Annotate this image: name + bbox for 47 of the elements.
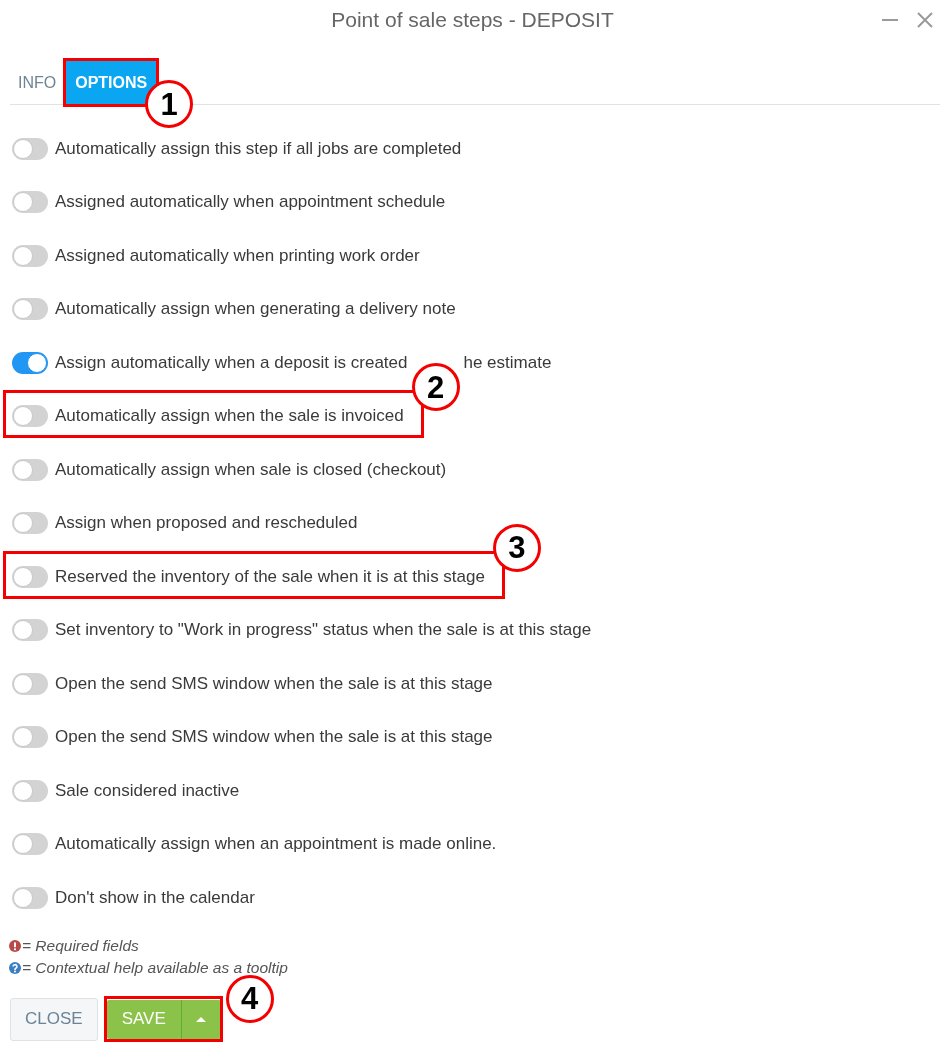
toggle-switch[interactable] bbox=[12, 833, 48, 856]
toggle-switch[interactable] bbox=[12, 726, 48, 749]
toggle-switch[interactable] bbox=[12, 565, 48, 588]
toggle-switch[interactable] bbox=[12, 672, 48, 695]
toggle-switch[interactable] bbox=[12, 619, 48, 642]
option-label: Open the send SMS window when the sale is at this stage bbox=[55, 673, 493, 694]
toggle-switch[interactable] bbox=[12, 244, 48, 267]
option-label: Assigned automatically when appointment schedule bbox=[55, 192, 446, 213]
close-icon[interactable] bbox=[917, 12, 933, 28]
toggle-switch[interactable] bbox=[12, 298, 48, 321]
callout-marker: 3 bbox=[492, 523, 541, 572]
option-label: Open the send SMS window when the sale is at this stage bbox=[55, 727, 493, 748]
tab[interactable]: OPTIONS bbox=[66, 61, 157, 104]
toggle-switch[interactable] bbox=[12, 512, 48, 535]
option-label: Automatically assign when the sale is invoiced bbox=[55, 406, 404, 427]
toggle-switch[interactable] bbox=[12, 191, 48, 214]
option-label: Assign automatically when a deposit is created bbox=[55, 352, 408, 373]
callout-marker: 2 bbox=[411, 363, 460, 412]
toggle-switch[interactable] bbox=[12, 779, 48, 802]
option-label: he estimate bbox=[463, 352, 552, 373]
save-button[interactable]: SAVE bbox=[106, 999, 181, 1039]
toggle-switch[interactable] bbox=[12, 137, 48, 160]
legend-text: = Required fields bbox=[22, 936, 139, 955]
toggle-switch[interactable] bbox=[12, 351, 48, 374]
help-icon bbox=[9, 961, 21, 974]
option-label: Don't show in the calendar bbox=[55, 887, 255, 908]
option-label: Automatically assign this step if all jobs are completed bbox=[55, 138, 462, 159]
option-label: Set inventory to "Work in progress" status when the sale is at this stage bbox=[55, 620, 592, 641]
tab[interactable]: INFO bbox=[10, 61, 65, 104]
minimize-icon[interactable] bbox=[882, 19, 898, 21]
exclamation-icon bbox=[9, 939, 21, 952]
option-label: Automatically assign when an appointment is made online. bbox=[55, 834, 497, 855]
option-label: Automatically assign when generating a delivery note bbox=[55, 299, 456, 320]
callout-marker: 4 bbox=[225, 974, 274, 1023]
option-label: Reserved the inventory of the sale when it is at this stage bbox=[55, 566, 485, 587]
toggle-switch[interactable] bbox=[12, 405, 48, 428]
dropdown-button[interactable] bbox=[180, 999, 221, 1039]
toggle-switch[interactable] bbox=[12, 458, 48, 481]
option-label: Assign when proposed and rescheduled bbox=[55, 513, 358, 534]
close-button[interactable]: CLOSE bbox=[10, 997, 98, 1041]
option-label: Assigned automatically when printing work order bbox=[55, 245, 420, 266]
window-title: Point of sale steps - DEPOSIT bbox=[331, 8, 614, 32]
toggle-switch[interactable] bbox=[12, 886, 48, 909]
option-label: Automatically assign when sale is closed (checkout) bbox=[55, 459, 447, 480]
legend-text: = Contextual help available as a tooltip bbox=[22, 958, 288, 977]
caret-up-icon bbox=[196, 1016, 207, 1022]
option-label: Sale considered inactive bbox=[55, 780, 240, 801]
